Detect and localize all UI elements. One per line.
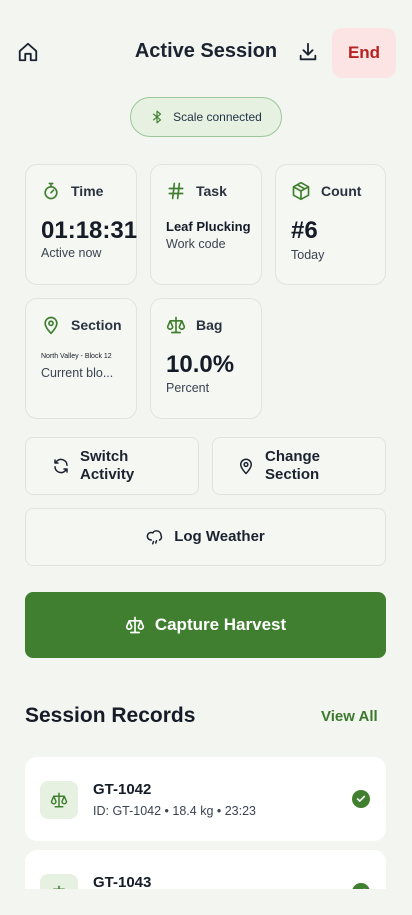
switch-activity-label-1: Switch — [80, 448, 129, 465]
location-pin-icon — [41, 315, 61, 335]
record-details: ID: GT-1042 • 18.4 kg • 23:23 — [93, 804, 257, 818]
bag-label: Bag — [196, 317, 223, 333]
records-title: Session Records — [25, 704, 196, 727]
time-label: Time — [71, 183, 104, 199]
task-card: Task Leaf Plucking Work code — [150, 164, 262, 285]
switch-activity-button[interactable]: Switch Activity — [25, 437, 199, 495]
scale-icon — [166, 315, 186, 335]
task-sub: Work code — [166, 237, 226, 251]
location-pin-icon — [237, 457, 255, 475]
log-weather-button[interactable]: Log Weather — [25, 508, 386, 566]
record-id: GT-1043 — [93, 874, 152, 889]
scale-icon — [125, 615, 145, 635]
record-item[interactable]: GT-1042 ID: GT-1042 • 18.4 kg • 23:23 — [25, 757, 386, 841]
refresh-icon — [52, 457, 70, 475]
task-value: Leaf Plucking — [166, 219, 251, 234]
hash-icon — [166, 181, 186, 201]
screen: Active Session End Scale connected Time … — [0, 0, 412, 889]
section-sub: Current blo... — [41, 366, 114, 380]
scale-icon — [50, 791, 68, 809]
time-sub: Active now — [41, 246, 102, 260]
box-icon — [291, 181, 311, 201]
record-item[interactable]: GT-1043 — [25, 850, 386, 889]
view-all-link[interactable]: View All — [321, 708, 378, 725]
switch-activity-label-2: Activity — [80, 466, 135, 483]
stopwatch-icon — [41, 181, 61, 201]
download-button[interactable] — [294, 38, 322, 66]
check-icon — [352, 790, 370, 808]
section-card: Section North Valley - Block 12 Current … — [25, 298, 137, 419]
change-section-button[interactable]: Change Section — [212, 437, 386, 495]
bluetooth-icon — [150, 109, 164, 125]
task-label: Task — [196, 183, 227, 199]
scale-status-label: Scale connected — [173, 110, 262, 124]
record-id: GT-1042 — [93, 781, 152, 798]
count-sub: Today — [291, 248, 325, 262]
record-thumb — [40, 874, 78, 889]
end-session-button[interactable]: End — [332, 28, 396, 78]
capture-harvest-button[interactable]: Capture Harvest — [25, 592, 386, 658]
log-weather-label: Log Weather — [174, 528, 265, 545]
bag-sub: Percent — [166, 381, 210, 395]
section-value: North Valley - Block 12 — [41, 353, 112, 360]
top-bar: Active Session End — [0, 26, 412, 80]
count-label: Count — [321, 183, 362, 199]
check-icon — [352, 883, 370, 889]
count-card: Count #6 Today — [275, 164, 386, 285]
count-value: #6 — [291, 217, 318, 244]
section-label: Section — [71, 317, 122, 333]
change-section-label-1: Change — [265, 448, 321, 465]
download-icon — [297, 41, 319, 63]
scale-icon — [50, 884, 68, 889]
time-card: Time 01:18:31 Active now — [25, 164, 137, 285]
change-section-label-2: Section — [265, 466, 320, 483]
bag-value: 10.0% — [166, 351, 235, 378]
scale-status-badge: Scale connected — [130, 97, 282, 137]
capture-harvest-label: Capture Harvest — [154, 615, 287, 634]
cloud-rain-icon — [146, 528, 164, 546]
time-value: 01:18:31 — [41, 217, 138, 244]
bag-card: Bag 10.0% Percent — [150, 298, 262, 419]
record-thumb — [40, 781, 78, 819]
